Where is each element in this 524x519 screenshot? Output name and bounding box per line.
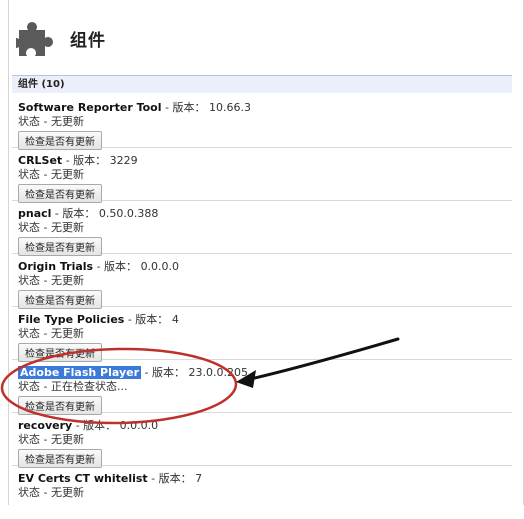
component-name-selected: Adobe Flash Player	[18, 366, 141, 379]
component-list: Software Reporter Tool - 版本： 10.66.3 状态 …	[12, 95, 512, 519]
component-item: Origin Trials - 版本： 0.0.0.0 状态 - 无更新 检查是…	[12, 254, 512, 309]
page-header: 组件	[16, 12, 106, 64]
version-value: 0.0.0.0	[119, 419, 159, 432]
component-item: CRLSet - 版本： 3229 状态 - 无更新 检查是否有更新	[12, 148, 512, 203]
version-label: - 版本：	[93, 260, 141, 273]
component-status: 状态 - 正在检查状态...	[18, 380, 128, 393]
component-status: 状态 - 无更新	[18, 433, 84, 446]
component-status: 状态 - 无更新	[18, 486, 84, 499]
version-label: - 版本：	[147, 472, 196, 485]
component-status: 状态 - 无更新	[18, 115, 84, 128]
version-label: - 版本：	[72, 419, 120, 432]
version-value: 23.0.0.205	[188, 366, 248, 379]
component-status: 状态 - 无更新	[18, 327, 84, 340]
version-value: 0.50.0.388	[98, 207, 159, 220]
component-item: recovery - 版本： 0.0.0.0 状态 - 无更新 检查是否有更新	[12, 413, 512, 468]
component-name: File Type Policies	[18, 313, 125, 326]
component-name: pnacl	[18, 207, 52, 220]
component-item: File Type Policies - 版本： 4 状态 - 无更新 检查是否…	[12, 307, 512, 362]
version-label: - 版本：	[141, 366, 189, 379]
version-label: - 版本：	[124, 313, 172, 326]
version-label: - 版本：	[62, 154, 110, 167]
version-value: 10.66.3	[208, 101, 251, 114]
component-item-flash: Adobe Flash Player - 版本： 23.0.0.205 状态 -…	[12, 360, 512, 415]
component-item: EV Certs CT whitelist - 版本： 7 状态 - 无更新	[12, 466, 512, 519]
version-value: 7	[195, 472, 203, 485]
component-status: 状态 - 无更新	[18, 221, 84, 234]
version-label: - 版本：	[161, 101, 209, 114]
version-value: 0.0.0.0	[140, 260, 180, 273]
component-status: 状态 - 无更新	[18, 274, 84, 287]
component-name: Software Reporter Tool	[18, 101, 162, 114]
puzzle-piece-icon	[16, 22, 53, 56]
version-value: 4	[171, 313, 179, 326]
page-title: 组件	[70, 30, 106, 51]
component-name: recovery	[18, 419, 73, 432]
component-name: EV Certs CT whitelist	[18, 472, 148, 485]
component-name: CRLSet	[18, 154, 63, 167]
version-value: 3229	[109, 154, 138, 167]
version-label: - 版本：	[51, 207, 99, 220]
component-item: Software Reporter Tool - 版本： 10.66.3 状态 …	[12, 95, 512, 150]
component-item: pnacl - 版本： 0.50.0.388 状态 - 无更新 检查是否有更新	[12, 201, 512, 256]
section-header: 组件 (10)	[12, 75, 512, 93]
component-name: Origin Trials	[18, 260, 94, 273]
component-status: 状态 - 无更新	[18, 168, 84, 181]
